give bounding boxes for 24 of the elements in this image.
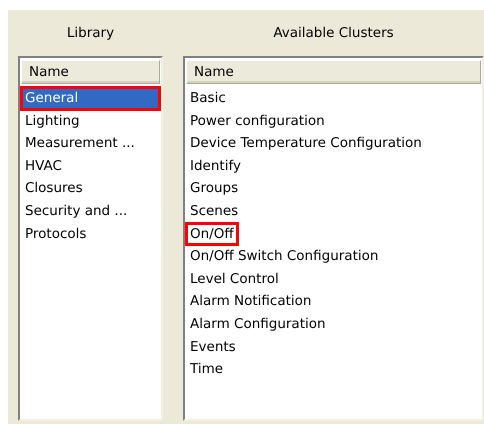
- list-item[interactable]: Power configuration: [186, 110, 329, 132]
- panel-title: Available Clusters: [273, 25, 394, 41]
- list-item[interactable]: Level Control: [186, 268, 283, 290]
- panel-title: Library: [66, 25, 114, 41]
- list-item[interactable]: Measurement ...: [21, 132, 160, 155]
- list-item[interactable]: Alarm Configuration: [186, 312, 330, 336]
- list-item[interactable]: Time: [186, 358, 228, 381]
- list-item[interactable]: On/Off Switch Configuration: [186, 245, 382, 268]
- list-item[interactable]: Alarm Notification: [186, 290, 316, 313]
- list-item[interactable]: Identify: [186, 154, 245, 178]
- list-item[interactable]: Events: [186, 336, 240, 358]
- list-item[interactable]: Basic: [186, 87, 230, 110]
- list-item[interactable]: Device Temperature Configuration: [186, 132, 426, 155]
- list-item[interactable]: On/Off: [186, 222, 238, 246]
- column-header[interactable]: Name: [21, 60, 160, 84]
- list-item[interactable]: Scenes: [186, 200, 242, 223]
- list-item[interactable]: HVAC: [21, 154, 160, 178]
- list-item[interactable]: General: [21, 87, 160, 110]
- column-header[interactable]: Name: [186, 60, 481, 84]
- list-item[interactable]: Security and ...: [21, 200, 160, 223]
- list-item[interactable]: Lighting: [21, 110, 160, 132]
- list-item[interactable]: Protocols: [21, 222, 160, 246]
- list-item[interactable]: Groups: [186, 177, 242, 200]
- list-item[interactable]: Closures: [21, 177, 160, 200]
